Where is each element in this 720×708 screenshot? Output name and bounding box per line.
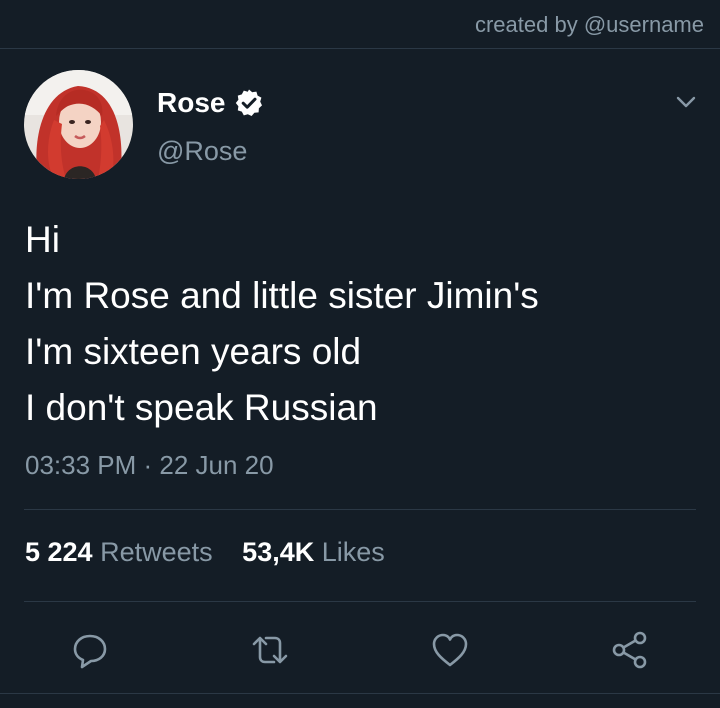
divider [0, 693, 720, 694]
tweet-line: I'm sixteen years old [25, 331, 362, 372]
likes-label: Likes [321, 537, 385, 567]
divider [24, 509, 696, 510]
tweet-timestamp[interactable]: 03:33 PM · 22 Jun 20 [25, 450, 274, 481]
likes-count: 53,4K [242, 537, 315, 567]
user-handle[interactable]: @Rose [157, 136, 247, 167]
retweets-label: Retweets [100, 537, 213, 567]
user-name-row[interactable]: Rose [157, 86, 264, 120]
share-icon[interactable] [602, 622, 658, 678]
top-bar: created by @username [0, 0, 720, 49]
verified-badge-icon [234, 88, 264, 118]
retweet-icon[interactable] [242, 622, 298, 678]
reply-icon[interactable] [62, 622, 118, 678]
watermark-text: created by @username [474, 12, 704, 37]
like-icon[interactable] [422, 622, 478, 678]
tweet-text: Hi I'm Rose and little sister Jimin's I'… [25, 212, 705, 436]
retweets-stat[interactable]: 5 224 Retweets [25, 537, 220, 567]
likes-stat[interactable]: 53,4K Likes [242, 537, 385, 567]
display-name[interactable]: Rose [157, 87, 225, 119]
divider [24, 601, 696, 602]
chevron-down-icon[interactable] [672, 88, 700, 116]
tweet-line: I'm Rose and little sister Jimin's [25, 275, 539, 316]
tweet-line: I don't speak Russian [25, 387, 378, 428]
tweet-stats: 5 224 Retweets 53,4K Likes [25, 537, 385, 568]
tweet-line: Hi [25, 219, 60, 260]
profile-photo-icon [24, 70, 133, 179]
retweets-count: 5 224 [25, 537, 93, 567]
action-bar [0, 622, 720, 678]
avatar[interactable] [24, 70, 133, 179]
